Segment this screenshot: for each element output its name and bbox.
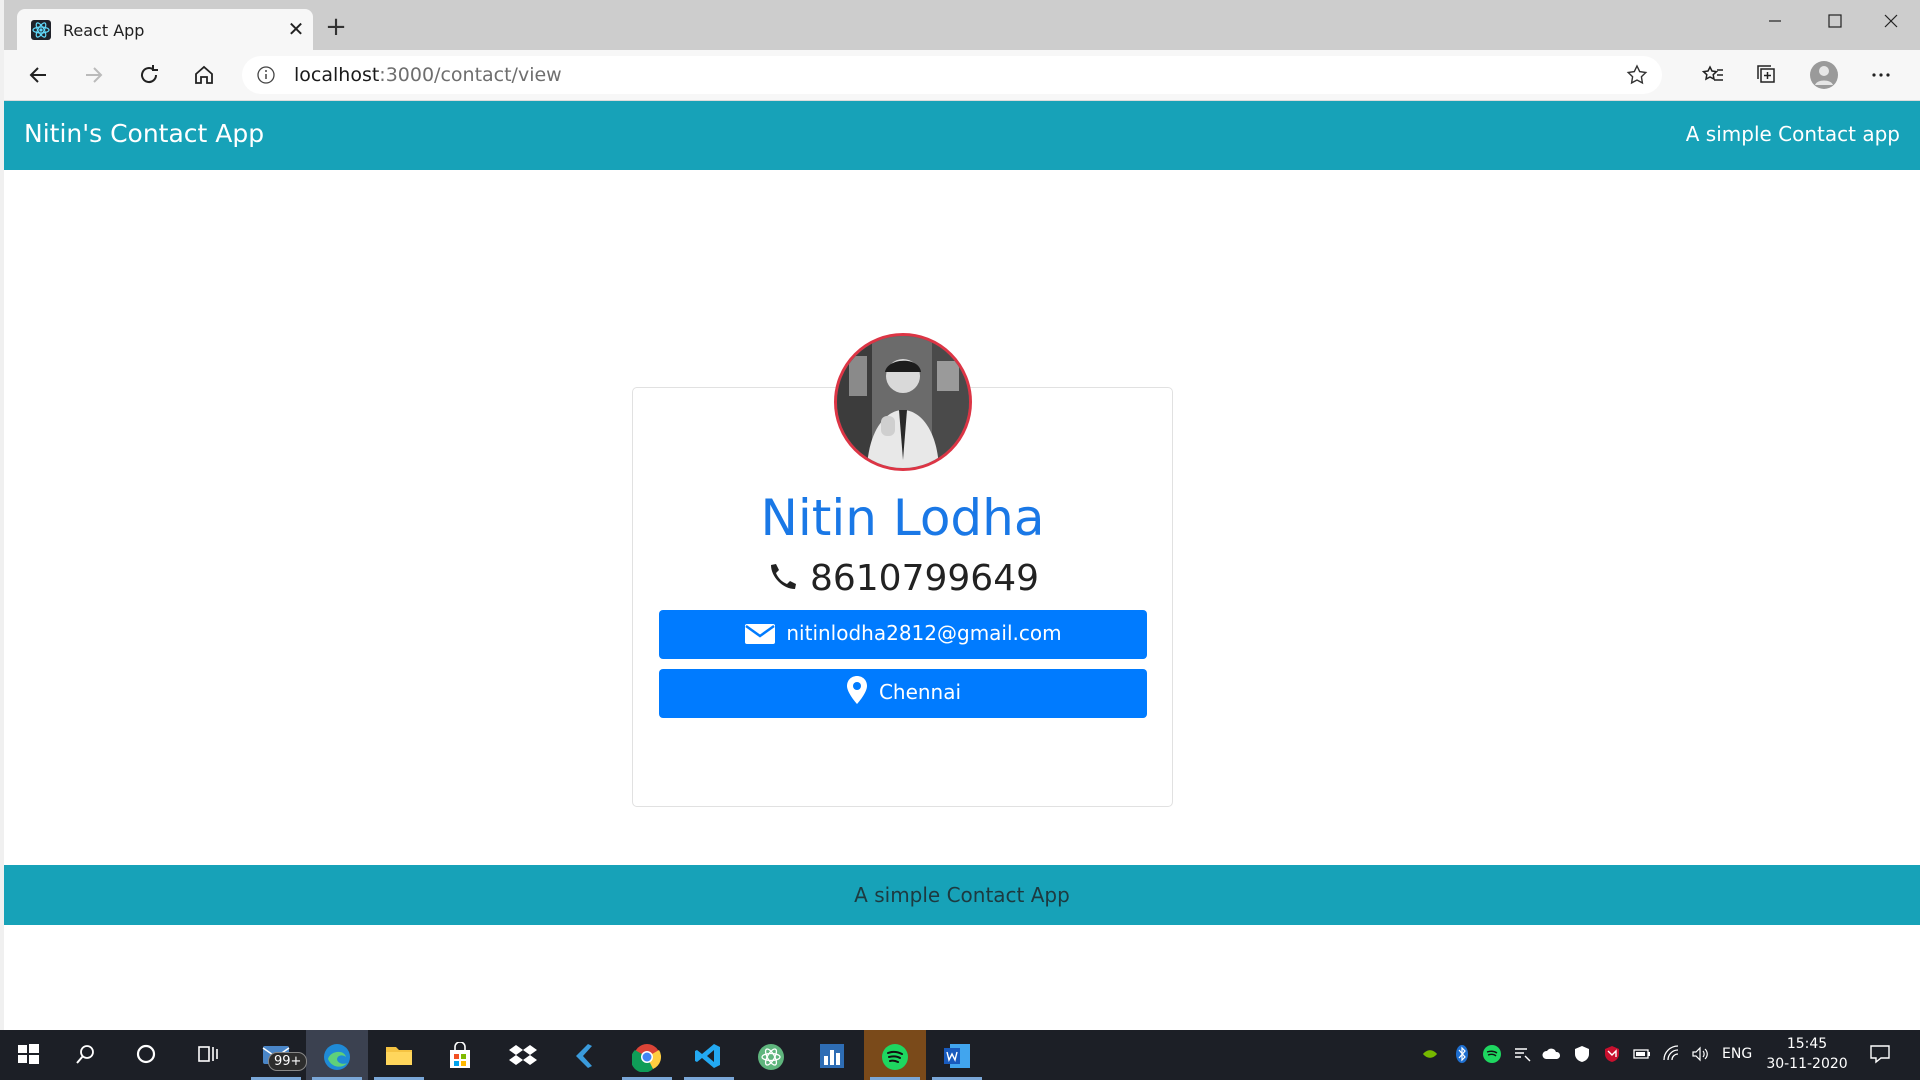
app-footer: A simple Contact App: [4, 865, 1920, 925]
windows-start-icon[interactable]: [0, 1030, 62, 1080]
app-tagline: A simple Contact app: [1685, 122, 1900, 146]
chrome-icon[interactable]: [616, 1030, 678, 1080]
close-icon[interactable]: ✕: [285, 18, 307, 40]
security-tray-icon[interactable]: [1572, 1044, 1592, 1064]
collections-icon[interactable]: [1752, 60, 1782, 90]
url-host: localhost: [294, 64, 380, 86]
wifi-icon[interactable]: [1662, 1044, 1682, 1064]
app-brand[interactable]: Nitin's Contact App: [24, 119, 264, 148]
spotify-tray-icon[interactable]: [1482, 1044, 1502, 1064]
atom-icon[interactable]: [740, 1030, 802, 1080]
app-navbar: Nitin's Contact App A simple Contact app: [4, 101, 1920, 170]
footer-text: A simple Contact App: [854, 883, 1070, 907]
home-icon[interactable]: [189, 60, 219, 90]
map-pin-icon: [846, 676, 867, 704]
avatar-photo: [837, 336, 969, 468]
plus-icon[interactable]: +: [324, 14, 348, 40]
contact-name: Nitin Lodha: [760, 489, 1045, 547]
url-path: :3000/contact/view: [379, 64, 562, 86]
cortana-icon[interactable]: [118, 1030, 180, 1080]
email-label: nitinlodha2812@gmail.com: [786, 621, 1062, 645]
mail-badge: 99+: [268, 1052, 308, 1071]
envelope-icon: [745, 624, 776, 644]
task-view-icon[interactable]: [180, 1030, 242, 1080]
spotify-icon[interactable]: [864, 1030, 926, 1080]
visual-studio-icon[interactable]: [554, 1030, 616, 1080]
info-icon[interactable]: [256, 65, 276, 85]
contact-phone-row: 8610799649: [632, 558, 1173, 599]
phone-icon: [770, 564, 796, 589]
browser-chrome: React App ✕ + localhost:3000/contact/vie…: [0, 0, 1920, 101]
clock[interactable]: 15:45 30-11-2020: [1762, 1034, 1852, 1074]
favorites-icon[interactable]: [1698, 60, 1728, 90]
dropbox-icon[interactable]: [492, 1030, 554, 1080]
notification-icon[interactable]: [1868, 1042, 1892, 1066]
location-label: Chennai: [878, 680, 962, 704]
bluetooth-icon[interactable]: [1452, 1044, 1472, 1064]
contact-phone: 8610799649: [809, 558, 1040, 599]
refresh-icon[interactable]: [134, 60, 164, 90]
react-icon: [31, 20, 51, 40]
chart-app-icon[interactable]: [802, 1030, 864, 1080]
window-edge: [0, 0, 4, 1030]
browser-toolbar: localhost:3000/contact/view: [0, 50, 1920, 101]
onedrive-icon[interactable]: [1542, 1044, 1562, 1064]
email-button[interactable]: nitinlodha2812@gmail.com: [659, 610, 1147, 659]
page-viewport: Nitin's Contact App A simple Contact app…: [4, 101, 1920, 1030]
nvidia-icon[interactable]: [1420, 1044, 1440, 1064]
star-icon[interactable]: [1626, 64, 1648, 86]
location-button[interactable]: Chennai: [659, 669, 1147, 718]
tab-title: React App: [63, 21, 145, 40]
maximize-icon[interactable]: [1812, 6, 1858, 36]
edge-icon[interactable]: [306, 1030, 368, 1080]
language-indicator[interactable]: ENG: [1722, 1046, 1752, 1062]
battery-icon[interactable]: [1632, 1044, 1652, 1064]
clock-date: 30-11-2020: [1766, 1056, 1848, 1072]
minimize-icon[interactable]: [1752, 6, 1798, 36]
profile-icon[interactable]: [1809, 60, 1839, 90]
close-window-icon[interactable]: [1868, 6, 1914, 36]
notes-tray-icon[interactable]: [1512, 1044, 1532, 1064]
address-bar[interactable]: localhost:3000/contact/view: [242, 56, 1662, 94]
forward-icon[interactable]: [78, 60, 108, 90]
back-icon[interactable]: [24, 60, 54, 90]
mcafee-icon[interactable]: [1602, 1044, 1622, 1064]
avatar: [834, 333, 972, 471]
vscode-icon[interactable]: [678, 1030, 740, 1080]
volume-icon[interactable]: [1690, 1044, 1710, 1064]
search-icon[interactable]: [58, 1030, 120, 1080]
more-icon[interactable]: [1866, 60, 1896, 90]
word-icon[interactable]: [926, 1030, 988, 1080]
store-icon[interactable]: [430, 1030, 492, 1080]
clock-time: 15:45: [1786, 1036, 1828, 1052]
tab-strip: React App ✕ +: [0, 0, 1920, 50]
file-explorer-icon[interactable]: [368, 1030, 430, 1080]
url-text[interactable]: localhost:3000/contact/view: [294, 64, 562, 86]
browser-tab[interactable]: React App ✕: [17, 9, 313, 50]
